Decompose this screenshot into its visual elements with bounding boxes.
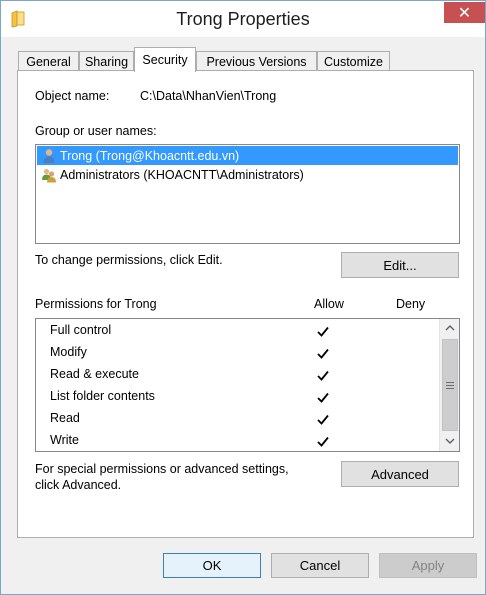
tab-customize[interactable]: Customize [317, 51, 390, 72]
advanced-button[interactable]: Advanced [341, 461, 459, 487]
allow-check-icon [316, 430, 330, 452]
allow-header: Allow [314, 297, 344, 311]
grip-icon [446, 381, 454, 389]
ok-button[interactable]: OK [163, 553, 261, 578]
tab-general[interactable]: General [18, 51, 79, 72]
cancel-button[interactable]: Cancel [271, 553, 369, 578]
title-bar: Trong Properties ✕ [1, 1, 485, 37]
scroll-down-button[interactable] [440, 432, 459, 450]
chevron-down-icon [445, 438, 454, 444]
allow-check-icon [316, 320, 330, 342]
permission-row: Read [36, 408, 436, 430]
edit-button[interactable]: Edit... [341, 252, 459, 278]
user-icon [43, 148, 55, 163]
properties-window: Trong Properties ✕ General Sharing Secur… [0, 0, 486, 595]
principals-listbox[interactable]: Trong (Trong@Khoacntt.edu.vn) Administra… [35, 144, 460, 244]
permission-row: List folder contents [36, 386, 436, 408]
allow-check-icon [316, 364, 330, 386]
permission-row: Full control [36, 320, 436, 342]
scroll-thumb[interactable] [442, 339, 458, 431]
permission-name: Write [50, 433, 79, 447]
permission-name: Read [50, 411, 80, 425]
deny-header: Deny [396, 297, 426, 311]
chevron-up-icon [445, 325, 454, 331]
permission-row: Write [36, 430, 436, 452]
permissions-for-label: Permissions for Trong [35, 297, 157, 311]
group-names-label: Group or user names: [35, 124, 157, 138]
object-name-value: C:\Data\NhanVien\Trong [140, 89, 277, 103]
principal-item-trong[interactable]: Trong (Trong@Khoacntt.edu.vn) [37, 146, 458, 165]
close-button[interactable]: ✕ [444, 2, 485, 23]
permission-name: List folder contents [50, 389, 155, 403]
permission-row: Modify [36, 342, 436, 364]
group-icon [42, 168, 56, 182]
tab-strip: General Sharing Security Previous Versio… [18, 47, 486, 72]
special-permissions-text-line2: click Advanced. [35, 478, 122, 492]
scroll-up-button[interactable] [440, 319, 459, 337]
close-icon: ✕ [457, 4, 472, 22]
window-title: Trong Properties [176, 9, 310, 29]
allow-check-icon [316, 408, 330, 430]
permission-name: Full control [50, 323, 112, 337]
permission-name: Modify [50, 345, 87, 359]
object-name-label: Object name: [35, 89, 110, 103]
special-permissions-text-line1: For special permissions or advanced sett… [35, 462, 289, 476]
permissions-list: Full control Modify Read & execute List … [35, 318, 460, 452]
permissions-scrollbar[interactable] [439, 319, 459, 451]
principal-item-administrators[interactable]: Administrators (KHOACNTT\Administrators) [37, 165, 458, 184]
change-permissions-text: To change permissions, click Edit. [35, 253, 223, 267]
tab-security[interactable]: Security [134, 47, 196, 72]
principal-label: Trong (Trong@Khoacntt.edu.vn) [60, 148, 240, 163]
security-panel: Object name: C:\Data\NhanVien\Trong Grou… [17, 70, 474, 538]
allow-check-icon [316, 386, 330, 408]
tab-previous-versions[interactable]: Previous Versions [196, 51, 317, 72]
permission-name: Read & execute [50, 367, 139, 381]
tab-sharing[interactable]: Sharing [79, 51, 134, 72]
permission-row: Read & execute [36, 364, 436, 386]
principal-label: Administrators (KHOACNTT\Administrators) [60, 167, 304, 182]
allow-check-icon [316, 342, 330, 364]
apply-button[interactable]: Apply [379, 553, 477, 578]
